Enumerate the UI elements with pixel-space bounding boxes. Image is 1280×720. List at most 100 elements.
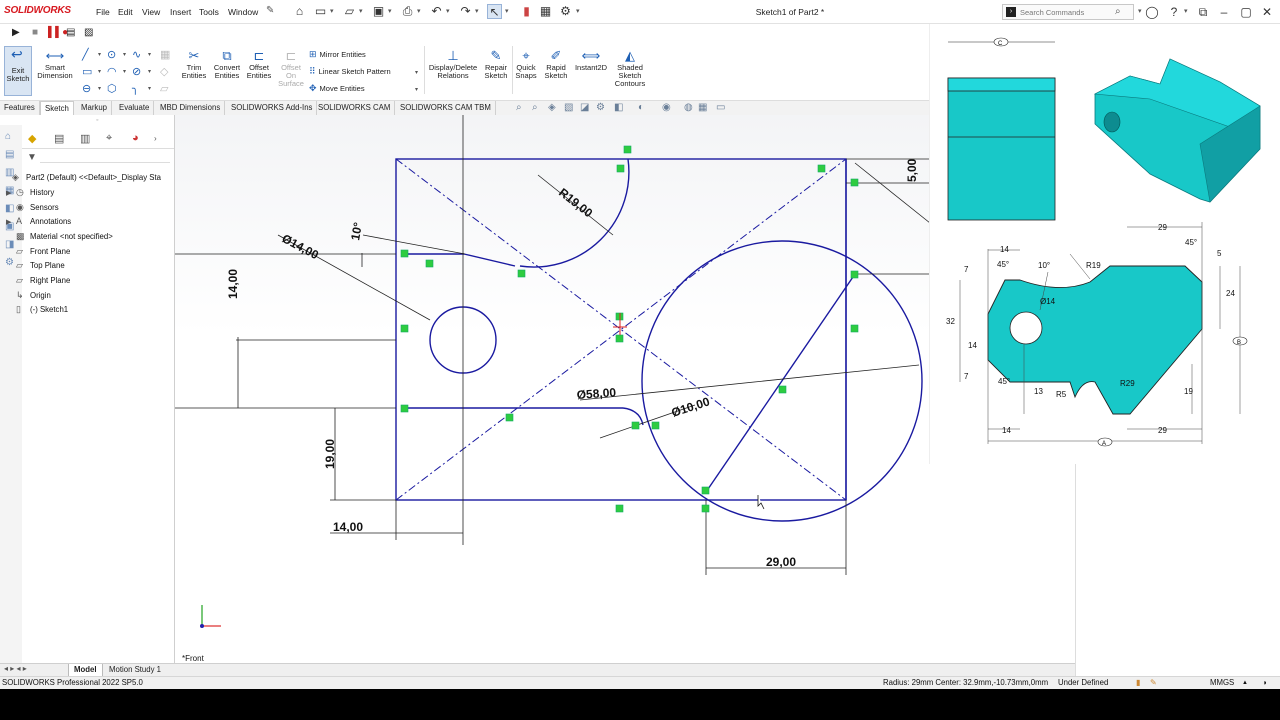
tree-item[interactable]: ◉ Sensors bbox=[6, 202, 59, 213]
select-pointer-icon[interactable]: ↖ bbox=[487, 4, 502, 19]
chevron-down-icon[interactable]: ▾ bbox=[1138, 7, 1142, 15]
menu-tools[interactable]: Tools bbox=[199, 7, 219, 17]
tree-item[interactable]: ▩ Material <not specified> bbox=[6, 231, 113, 242]
tab-solidworks-cam-tbm[interactable]: SOLIDWORKS CAM TBM bbox=[396, 101, 496, 116]
home-icon[interactable]: ⌂ bbox=[292, 4, 307, 19]
hide-show-items-icon[interactable]: ◉ bbox=[662, 102, 671, 113]
zoom-to-fit-icon[interactable]: ⌕ bbox=[516, 102, 522, 113]
tree-item[interactable]: ▱ Front Plane bbox=[6, 246, 70, 257]
text-sketch-icon[interactable]: ▦ bbox=[160, 48, 170, 61]
offset-on-surface-button[interactable]: ⊏ Offset On Surface bbox=[276, 48, 306, 88]
tree-item[interactable]: ▶ A Annotations bbox=[6, 216, 71, 226]
tree-item[interactable]: ▶ ◷ History bbox=[6, 187, 54, 198]
move-entities-button[interactable]: ✥ Move Entities bbox=[309, 83, 365, 94]
open-folder-icon[interactable]: ▱ bbox=[342, 4, 357, 19]
search-scope-icon[interactable]: › bbox=[1006, 7, 1016, 17]
section-view-icon[interactable]: ▧ bbox=[564, 102, 573, 113]
chevron-down-icon[interactable]: ▾ bbox=[330, 7, 334, 15]
tab-mbd-dimensions[interactable]: MBD Dimensions bbox=[156, 101, 226, 116]
traffic-light-icon[interactable]: ▮ bbox=[519, 4, 534, 19]
arc-icon[interactable]: ◠ bbox=[107, 65, 117, 78]
chevron-down-icon[interactable]: ▾ bbox=[359, 7, 363, 15]
repair-sketch-button[interactable]: ✎ Repair Sketch bbox=[481, 48, 511, 80]
trim-entities-button[interactable]: ✂ Trim Entities bbox=[180, 48, 208, 80]
quick-snaps-button[interactable]: ⌖ Quick Snaps bbox=[514, 48, 538, 80]
scene-icon[interactable]: ▦ bbox=[698, 102, 707, 113]
feature-manager-tab-icon[interactable]: ◆ bbox=[28, 132, 36, 145]
chevron-down-icon[interactable]: ▾ bbox=[415, 69, 418, 76]
expand-arrow-icon[interactable]: ▶ bbox=[6, 218, 16, 226]
offset-entities-button[interactable]: ⊏ Offset Entities bbox=[244, 48, 274, 80]
rectangle-icon[interactable]: ▭ bbox=[82, 65, 92, 78]
resources-icon[interactable]: ⌂ bbox=[5, 131, 11, 142]
macro-icon[interactable]: ▤ bbox=[66, 27, 75, 38]
rapid-sketch-button[interactable]: ✐ Rapid Sketch bbox=[542, 48, 570, 80]
expand-arrow-icon[interactable]: ▶ bbox=[6, 189, 16, 197]
undo-icon[interactable]: ↶ bbox=[429, 4, 444, 19]
chevron-right-icon[interactable]: › bbox=[154, 134, 157, 143]
convert-entities-button[interactable]: ⧉ Convert Entities bbox=[212, 48, 242, 80]
search-commands[interactable]: › Search Commands ⌕ bbox=[1002, 4, 1134, 20]
dim-h14[interactable]: 14,00 bbox=[333, 520, 363, 534]
smart-dimension-button[interactable]: ⟷ Smart Dimension bbox=[36, 48, 74, 80]
dim-h29[interactable]: 29,00 bbox=[766, 555, 796, 569]
slot-icon[interactable]: ⊖ bbox=[82, 82, 91, 95]
chevron-down-icon[interactable]: ▾ bbox=[148, 85, 151, 92]
chevron-down-icon[interactable]: ▾ bbox=[417, 7, 421, 15]
tree-item[interactable]: ▯ (-) Sketch1 bbox=[6, 304, 68, 315]
dim-v14[interactable]: 14,00 bbox=[226, 269, 240, 299]
linear-sketch-pattern-button[interactable]: ⠿ Linear Sketch Pattern bbox=[309, 66, 391, 77]
chevron-down-icon[interactable]: ▾ bbox=[148, 51, 151, 58]
configuration-manager-tab-icon[interactable]: ▥ bbox=[80, 132, 90, 145]
line-icon[interactable]: ╱ bbox=[82, 48, 89, 61]
view-orientation-icon[interactable]: ◧ bbox=[614, 102, 623, 113]
print-icon[interactable]: ⎙ bbox=[400, 4, 415, 19]
tab-sketch[interactable]: Sketch bbox=[40, 101, 74, 116]
search-placeholder[interactable]: Search Commands bbox=[1020, 8, 1084, 17]
tab-solidworks-cam[interactable]: SOLIDWORKS CAM bbox=[314, 101, 396, 116]
menu-window[interactable]: Window bbox=[228, 7, 258, 17]
tree-item[interactable]: ↳ Origin bbox=[6, 290, 51, 301]
chevron-up-icon[interactable]: ▲ bbox=[1242, 680, 1248, 686]
dim-angle-10[interactable]: 10° bbox=[348, 221, 365, 241]
chevron-down-icon[interactable]: ▾ bbox=[98, 85, 101, 92]
tab-features[interactable]: Features bbox=[0, 101, 40, 116]
pin-icon[interactable]: ✎ bbox=[266, 5, 274, 16]
new-document-icon[interactable]: ▭ bbox=[313, 4, 328, 19]
edit-macro-icon[interactable]: ▨ bbox=[84, 27, 93, 38]
tab-evaluate[interactable]: Evaluate bbox=[115, 101, 155, 116]
dynamic-annotation-icon[interactable]: ◪ bbox=[580, 102, 589, 113]
edit-appearance-icon[interactable]: ◍ bbox=[684, 102, 693, 113]
rebuild-status-icon[interactable]: ▮ bbox=[1136, 678, 1140, 687]
chevron-down-icon[interactable]: ▾ bbox=[576, 7, 580, 15]
plane-sketch-icon[interactable]: ▱ bbox=[160, 82, 168, 95]
property-manager-tab-icon[interactable]: ▤ bbox=[54, 132, 64, 145]
tab-solidworks-addins[interactable]: SOLIDWORKS Add-Ins bbox=[227, 101, 318, 116]
spline-icon[interactable]: ∿ bbox=[132, 48, 141, 61]
chevron-down-icon[interactable]: ▾ bbox=[446, 7, 450, 15]
display-manager-tab-icon[interactable]: ◕ bbox=[132, 132, 139, 144]
minimize-icon[interactable]: – bbox=[1216, 4, 1232, 20]
chevron-down-icon[interactable]: ▾ bbox=[1184, 7, 1188, 15]
play-icon[interactable]: ▶ bbox=[12, 27, 20, 38]
chevron-down-icon[interactable]: ▾ bbox=[388, 7, 392, 15]
dim-v19[interactable]: 19,00 bbox=[323, 439, 337, 469]
design-library-icon[interactable]: ▤ bbox=[5, 149, 14, 160]
dim-v5[interactable]: 5,00 bbox=[905, 158, 919, 182]
zoom-area-icon[interactable]: ⌕ bbox=[532, 102, 538, 113]
tree-item[interactable]: ◈ Part2 (Default) <<Default>_Display Sta bbox=[2, 172, 161, 183]
unit-system[interactable]: MMGS bbox=[1210, 678, 1234, 687]
help-icon[interactable]: ◑ bbox=[1262, 678, 1267, 687]
fillet-icon[interactable]: ╮ bbox=[132, 82, 139, 95]
view-settings-icon[interactable]: ⚙ bbox=[596, 102, 605, 113]
dimxpert-tab-icon[interactable]: ⌖ bbox=[106, 132, 112, 145]
options-gear-icon[interactable]: ⚙ bbox=[558, 4, 573, 19]
tab-markup[interactable]: Markup bbox=[77, 101, 112, 116]
dim-d58[interactable]: Ø58,00 bbox=[576, 385, 617, 402]
chevron-down-icon[interactable]: ▾ bbox=[98, 51, 101, 58]
mirror-entities-button[interactable]: ⊞ Mirror Entities bbox=[309, 49, 366, 60]
user-account-icon[interactable]: ◯ bbox=[1144, 4, 1160, 20]
polygon-icon[interactable]: ⬡ bbox=[107, 82, 117, 95]
chevron-down-icon[interactable]: ▾ bbox=[415, 86, 418, 93]
nav-arrows-icon[interactable]: ◂ ▸ ◂ ▸ bbox=[4, 664, 27, 673]
